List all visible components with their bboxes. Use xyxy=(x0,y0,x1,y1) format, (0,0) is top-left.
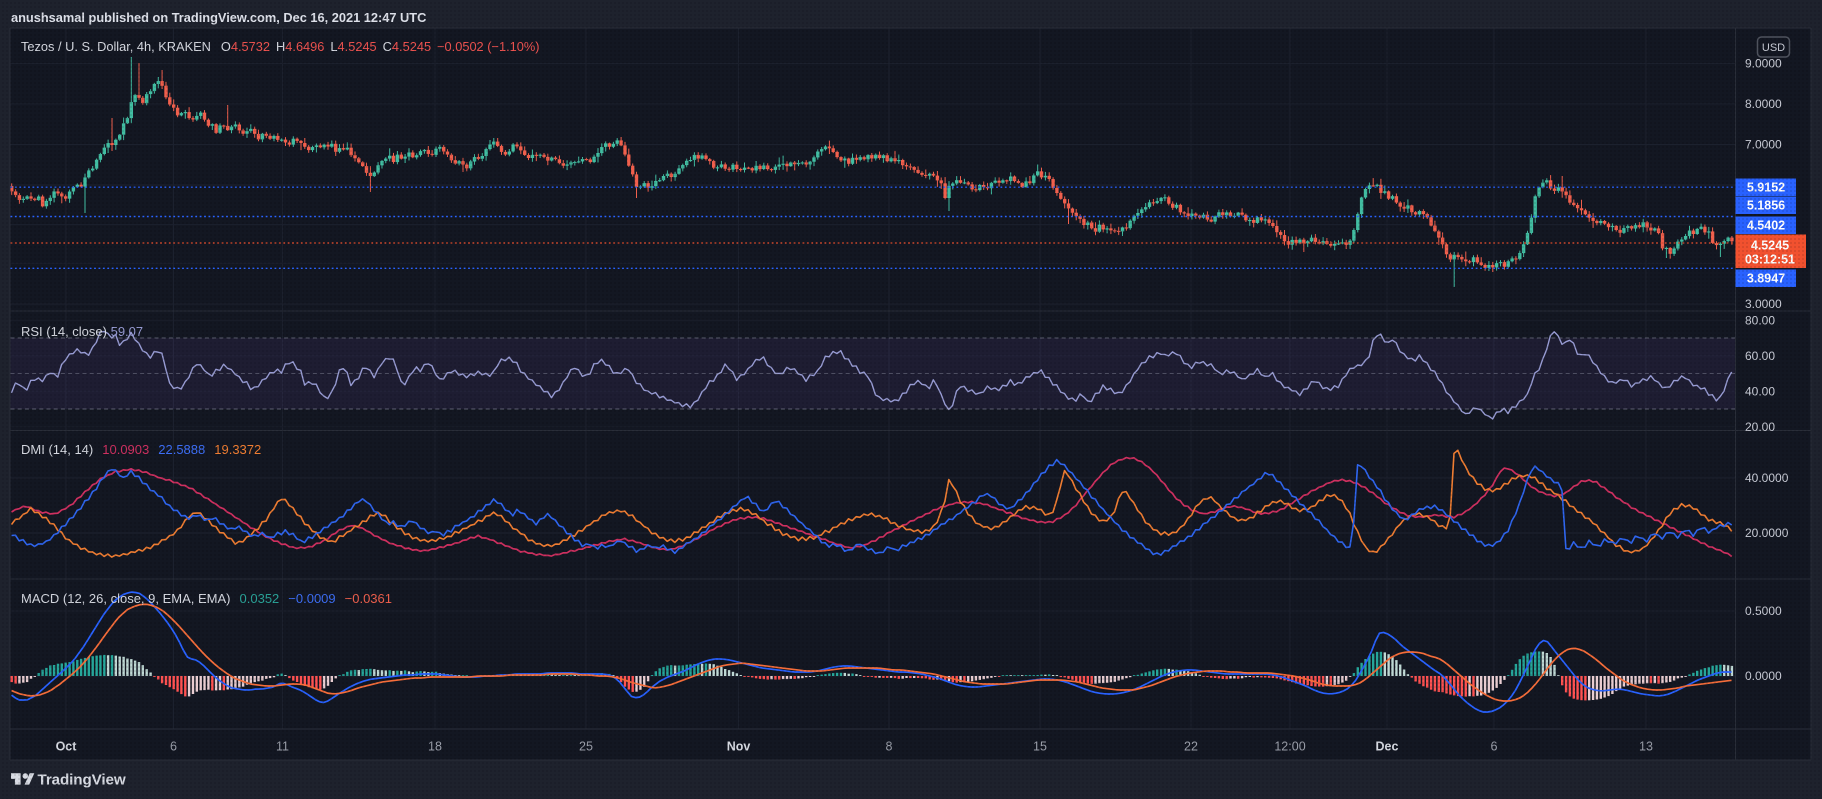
svg-text:0.0000: 0.0000 xyxy=(1745,669,1782,683)
svg-text:Nov: Nov xyxy=(727,740,751,754)
svg-text:15: 15 xyxy=(1033,740,1047,754)
svg-text:11: 11 xyxy=(276,740,289,754)
svg-text:12:00: 12:00 xyxy=(1274,740,1305,754)
svg-text:80.00: 80.00 xyxy=(1745,313,1775,327)
svg-text:0.5000: 0.5000 xyxy=(1745,604,1782,618)
svg-text:RSI (14, close) 59.07: RSI (14, close) 59.07 xyxy=(21,324,143,339)
svg-text:DMI (14, 14)10.090322.588819.3: DMI (14, 14)10.090322.588819.3372 xyxy=(21,442,261,457)
svg-text:20.0000: 20.0000 xyxy=(1745,526,1789,540)
svg-text:40.0000: 40.0000 xyxy=(1745,471,1789,485)
svg-text:3.0000: 3.0000 xyxy=(1745,297,1782,311)
svg-text:3.8947: 3.8947 xyxy=(1747,271,1785,285)
svg-text:40.00: 40.00 xyxy=(1745,384,1775,398)
svg-text:5.9152: 5.9152 xyxy=(1747,180,1785,194)
svg-text:03:12:51: 03:12:51 xyxy=(1745,253,1795,267)
svg-text:7.0000: 7.0000 xyxy=(1745,138,1782,152)
svg-text:18: 18 xyxy=(428,740,442,754)
svg-text:4.5245: 4.5245 xyxy=(1751,239,1789,253)
svg-text:6: 6 xyxy=(1491,740,1498,754)
svg-text:8.0000: 8.0000 xyxy=(1745,97,1782,111)
svg-text:60.00: 60.00 xyxy=(1745,349,1775,363)
svg-text:5.1856: 5.1856 xyxy=(1747,198,1785,212)
svg-text:USD: USD xyxy=(1762,42,1785,54)
svg-text:Tezos / U. S. Dollar, 4h, KRAK: Tezos / U. S. Dollar, 4h, KRAKENO4.5732H… xyxy=(21,39,540,54)
svg-text:Dec: Dec xyxy=(1376,740,1399,754)
svg-text:anushsamal published on Tradin: anushsamal published on TradingView.com,… xyxy=(11,10,426,25)
svg-text:TradingView: TradingView xyxy=(38,772,126,789)
svg-text:13: 13 xyxy=(1639,740,1653,754)
svg-text:20.00: 20.00 xyxy=(1745,420,1775,434)
svg-text:9.0000: 9.0000 xyxy=(1745,57,1782,71)
svg-text:25: 25 xyxy=(579,740,593,754)
svg-text:8: 8 xyxy=(886,740,893,754)
svg-text:6: 6 xyxy=(170,740,177,754)
svg-text:22: 22 xyxy=(1184,740,1198,754)
svg-text:Oct: Oct xyxy=(56,740,78,754)
svg-text:4.5402: 4.5402 xyxy=(1747,218,1785,232)
